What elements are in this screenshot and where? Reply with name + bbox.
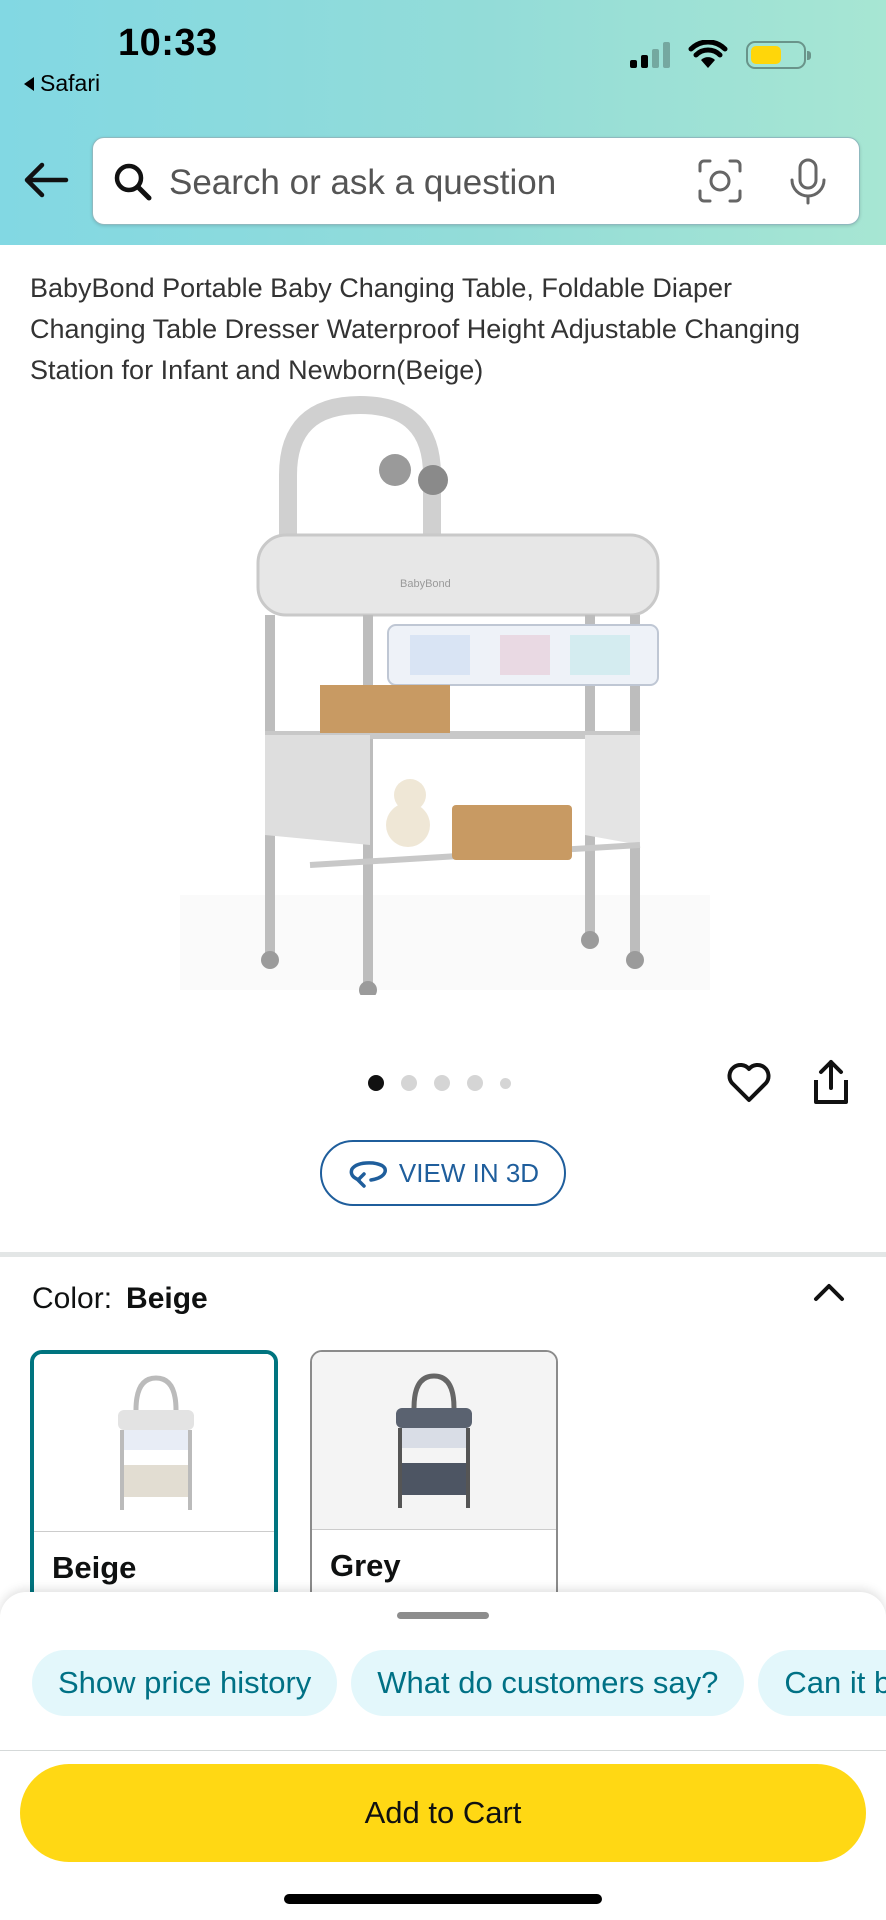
search-icon bbox=[114, 163, 152, 201]
color-option-name: Grey bbox=[330, 1548, 401, 1583]
home-indicator bbox=[284, 1894, 602, 1904]
rotate-3d-icon bbox=[349, 1161, 387, 1188]
sheet-divider bbox=[0, 1750, 886, 1751]
bottom-sheet: Show price history What do customers say… bbox=[0, 1592, 886, 1920]
color-option-grey[interactable]: Grey bbox=[310, 1350, 558, 1610]
pager-dot[interactable] bbox=[368, 1075, 384, 1091]
search-box[interactable]: Search or ask a question bbox=[92, 137, 860, 225]
microphone-icon[interactable] bbox=[783, 156, 833, 206]
pager-dot[interactable] bbox=[401, 1075, 417, 1091]
beige-thumbnail bbox=[34, 1354, 274, 1532]
selected-color: Beige bbox=[126, 1282, 208, 1315]
wifi-icon bbox=[688, 40, 728, 68]
section-divider bbox=[0, 1252, 886, 1257]
chevron-up-icon[interactable] bbox=[812, 1280, 846, 1304]
chip-show-price-history[interactable]: Show price history bbox=[32, 1650, 338, 1716]
image-pager[interactable] bbox=[368, 1075, 511, 1091]
grey-thumbnail bbox=[312, 1352, 556, 1530]
view-in-3d-button[interactable]: VIEW IN 3D bbox=[320, 1140, 566, 1206]
battery-icon bbox=[746, 41, 811, 69]
cellular-signal-icon bbox=[630, 42, 670, 68]
product-image[interactable]: BabyBond bbox=[170, 395, 730, 995]
back-triangle-icon bbox=[24, 76, 34, 91]
add-to-cart-button[interactable]: Add to Cart bbox=[20, 1764, 866, 1862]
view-in-3d-label: VIEW IN 3D bbox=[398, 1157, 540, 1188]
status-icons bbox=[630, 40, 811, 70]
heart-icon[interactable] bbox=[726, 1060, 772, 1104]
question-chips: Show price history What do customers say… bbox=[32, 1650, 886, 1716]
product-title: BabyBond Portable Baby Changing Table, F… bbox=[30, 273, 800, 385]
pager-dot[interactable] bbox=[434, 1075, 450, 1091]
pager-dot[interactable] bbox=[467, 1075, 483, 1091]
search-input[interactable]: Search or ask a question bbox=[169, 163, 556, 203]
image-brand-text: BabyBond bbox=[400, 578, 451, 590]
share-icon[interactable] bbox=[810, 1058, 852, 1106]
back-to-safari[interactable]: Safari bbox=[24, 70, 100, 97]
camera-lens-icon[interactable] bbox=[697, 158, 743, 204]
color-option-beige[interactable]: Beige bbox=[30, 1350, 278, 1610]
color-label: Color: bbox=[32, 1282, 113, 1315]
status-time: 10:33 bbox=[118, 22, 218, 64]
sheet-drag-handle[interactable] bbox=[397, 1612, 489, 1619]
color-option-name: Beige bbox=[52, 1550, 137, 1585]
back-arrow-icon[interactable] bbox=[22, 160, 70, 200]
back-app-label: Safari bbox=[40, 70, 101, 96]
header: 10:33 Safari Search or ask a question bbox=[0, 0, 886, 245]
color-selector-label: Color: Beige bbox=[32, 1282, 208, 1316]
chip-customers-say[interactable]: What do customers say? bbox=[351, 1650, 745, 1716]
chip-can-it[interactable]: Can it b bbox=[758, 1650, 886, 1716]
pager-dot[interactable] bbox=[500, 1077, 511, 1089]
